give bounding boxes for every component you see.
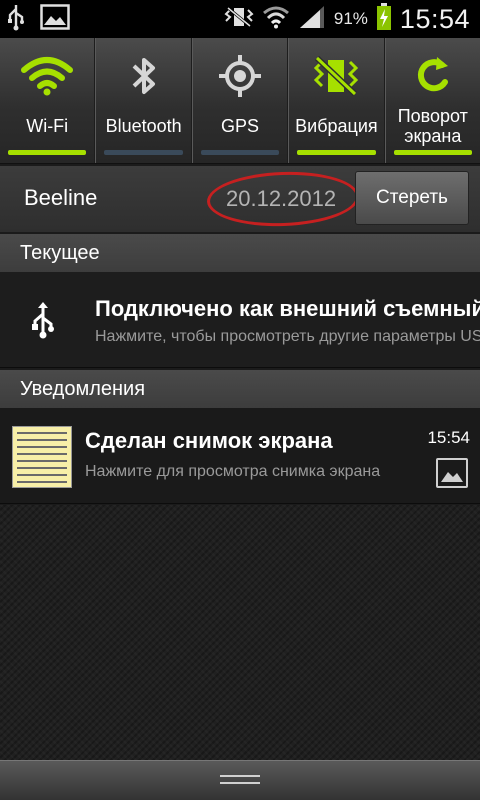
notification-title: Подключено как внешний съемный диск <box>95 296 480 321</box>
gps-icon <box>193 52 287 100</box>
toggle-indicator-on <box>297 150 376 155</box>
section-header-current: Текущее <box>0 234 480 272</box>
wifi-icon <box>0 52 94 100</box>
notification-title: Сделан снимок экрана <box>85 428 333 453</box>
usb-icon <box>6 3 26 36</box>
toggle-indicator-on <box>8 150 87 155</box>
carrier-name: Beeline <box>24 185 98 210</box>
toggle-label: GPS <box>221 116 260 136</box>
rotate-icon <box>386 52 480 100</box>
toggle-label: Wi-Fi <box>26 116 69 136</box>
vibrate-icon <box>289 52 383 100</box>
notification-screenshot[interactable]: Сделан снимок экрана Нажмите для просмот… <box>0 408 480 504</box>
toggle-screen-rotation[interactable]: Поворот экрана <box>384 38 480 163</box>
battery-percent: 91% <box>333 9 368 28</box>
toggle-wifi[interactable]: Wi-Fi <box>0 38 96 163</box>
usb-icon <box>30 302 56 345</box>
operator-row: Beeline 20.12.2012 Стереть <box>0 166 480 232</box>
toggle-vibration[interactable]: Вибрация <box>288 38 385 163</box>
notification-subtitle: Нажмите, чтобы просмотреть другие параме… <box>95 328 480 345</box>
vibrate-icon <box>224 6 254 33</box>
signal-icon <box>298 4 326 35</box>
toggle-indicator-off <box>104 150 183 155</box>
status-bar-right: 91% 15:54 <box>224 0 470 38</box>
wifi-icon <box>262 5 290 34</box>
toggle-label: Поворот экрана <box>397 106 468 146</box>
date-label: 20.12.2012 <box>226 186 337 211</box>
gallery-icon <box>40 3 70 35</box>
bluetooth-icon <box>96 52 190 100</box>
toggle-label: Вибрация <box>295 116 378 136</box>
empty-panel-area <box>0 505 480 760</box>
section-header-notifications: Уведомления <box>0 370 480 408</box>
notification-usb-storage[interactable]: Подключено как внешний съемный диск Нажм… <box>0 272 480 368</box>
notification-time: 15:54 <box>427 428 470 447</box>
toggle-gps[interactable]: GPS <box>191 38 289 163</box>
grip-icon <box>220 775 260 787</box>
quick-settings-panel: Wi-Fi Bluetooth GPS Вибрация Поворот экр… <box>0 38 480 164</box>
status-bar: 91% 15:54 <box>0 0 480 38</box>
status-time: 15:54 <box>399 3 470 34</box>
notification-subtitle: Нажмите для просмотра снимка экрана <box>85 463 381 480</box>
status-bar-left <box>6 3 70 36</box>
toggle-bluetooth[interactable]: Bluetooth <box>95 38 192 163</box>
panel-drag-handle[interactable] <box>0 760 480 800</box>
image-icon <box>436 458 468 488</box>
screenshot-thumbnail <box>12 426 72 488</box>
clear-button[interactable]: Стереть <box>355 171 469 225</box>
toggle-indicator-on <box>393 150 473 155</box>
battery-charging-icon <box>376 2 392 36</box>
toggle-label: Bluetooth <box>105 116 182 136</box>
toggle-indicator-off <box>200 150 280 155</box>
